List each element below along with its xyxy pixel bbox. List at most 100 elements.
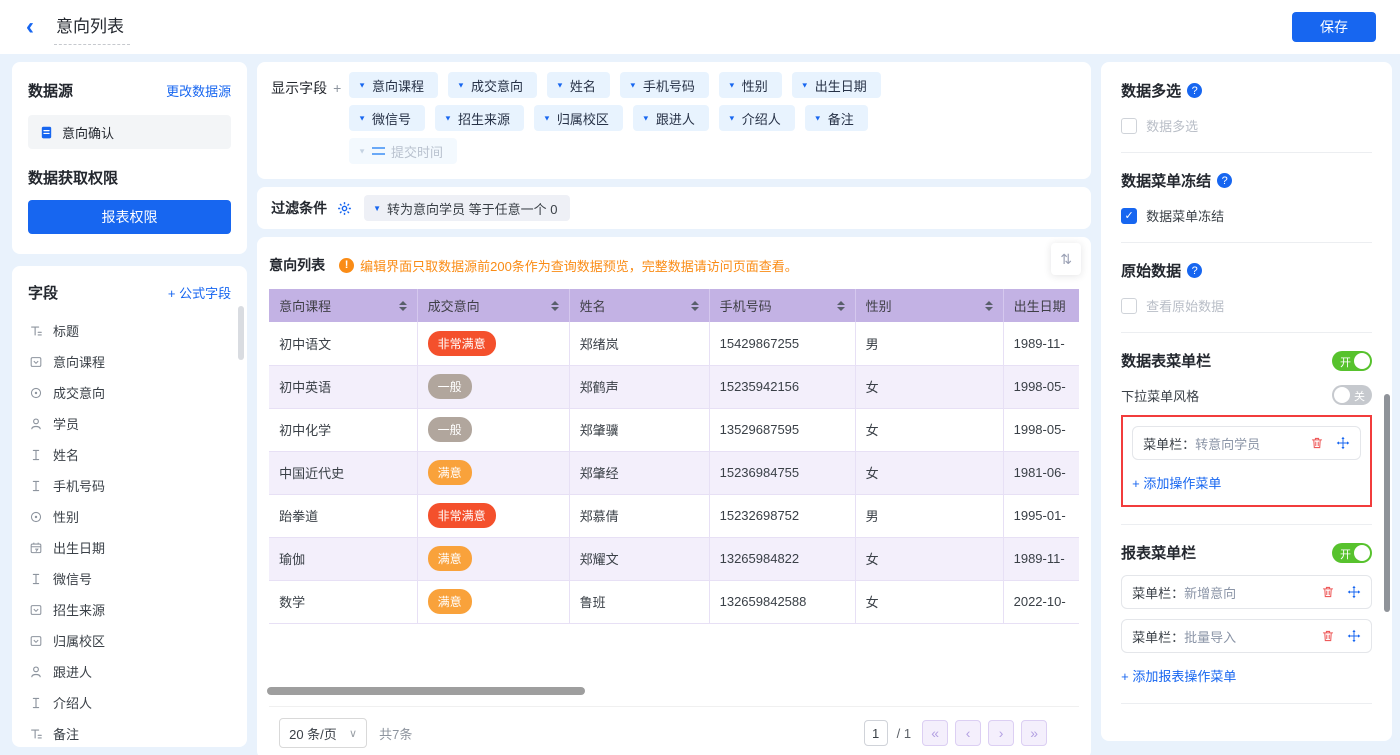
- table-cell: 女: [855, 451, 1003, 494]
- fields-scrollbar[interactable]: [238, 306, 244, 360]
- delete-icon[interactable]: [1321, 629, 1335, 643]
- page-title[interactable]: 意向列表: [54, 10, 130, 45]
- column-header[interactable]: 成交意向: [417, 289, 569, 322]
- display-field-chip[interactable]: ▼招生来源: [435, 105, 524, 131]
- sort-icon[interactable]: [691, 301, 699, 311]
- sort-icon[interactable]: [985, 301, 993, 311]
- field-item-label: 招生来源: [53, 600, 105, 619]
- field-item[interactable]: 出生日期: [28, 532, 231, 563]
- display-field-chip[interactable]: ▼微信号: [349, 105, 425, 131]
- column-header[interactable]: 意向课程: [269, 289, 417, 322]
- chevron-down-icon: ∨: [349, 727, 357, 740]
- display-field-chip[interactable]: ▼成交意向: [448, 72, 537, 98]
- field-item[interactable]: 学员: [28, 408, 231, 439]
- text-icon: [28, 696, 44, 710]
- filter-card: 过滤条件 ▼ 转为意向学员 等于任意一个 0: [257, 187, 1091, 229]
- cell-text: 郑鹤声: [580, 380, 619, 395]
- back-icon[interactable]: ‹: [26, 15, 34, 39]
- field-item[interactable]: 归属校区: [28, 625, 231, 656]
- column-header[interactable]: 出生日期: [1003, 289, 1079, 322]
- field-item[interactable]: 招生来源: [28, 594, 231, 625]
- display-field-chip-label: 出生日期: [815, 76, 867, 95]
- field-item[interactable]: 介绍人: [28, 687, 231, 718]
- page-size-select[interactable]: 20 条/页 ∨: [279, 718, 367, 748]
- checkbox-unchecked-icon[interactable]: [1121, 118, 1137, 134]
- field-item[interactable]: 跟进人: [28, 656, 231, 687]
- raw-data-checkbox-row[interactable]: 查看原始数据: [1121, 296, 1372, 315]
- field-item[interactable]: 意向课程: [28, 346, 231, 377]
- next-page-button[interactable]: ›: [988, 720, 1014, 746]
- table-row: 跆拳道非常满意郑慕倩15232698752男1995-01-: [269, 494, 1079, 537]
- display-fields-card: 显示字段+ ▼意向课程 ▼成交意向 ▼姓名 ▼手机号码 ▼性别 ▼出生日期 ▼微信号 ▼招生来…: [257, 62, 1091, 179]
- column-header[interactable]: 手机号码: [709, 289, 855, 322]
- field-item[interactable]: 成交意向: [28, 377, 231, 408]
- display-fields-label: 显示字段+: [271, 72, 349, 171]
- field-item[interactable]: 手机号码: [28, 470, 231, 501]
- display-field-chip[interactable]: ▼介绍人: [719, 105, 795, 131]
- main-layout: 数据源 更改数据源 意向确认 数据获取权限 报表权限 字段 + 公式字段 标题意…: [0, 54, 1400, 747]
- delete-icon[interactable]: [1310, 436, 1324, 450]
- table-cell: 郑肇经: [569, 451, 709, 494]
- sort-icon[interactable]: [399, 301, 407, 311]
- disabled-field-chip[interactable]: ▼提交时间: [349, 138, 457, 164]
- add-field-icon[interactable]: +: [333, 80, 341, 96]
- move-icon[interactable]: [1347, 629, 1361, 643]
- menu-bar-item[interactable]: 菜单栏：批量导入: [1121, 619, 1372, 653]
- display-field-chip[interactable]: ▼出生日期: [792, 72, 881, 98]
- display-field-chip[interactable]: ▼姓名: [547, 72, 610, 98]
- add-action-menu-link[interactable]: + 添加操作菜单: [1132, 473, 1221, 492]
- field-item[interactable]: 性别: [28, 501, 231, 532]
- column-header-label: 意向课程: [279, 296, 331, 315]
- move-icon[interactable]: [1336, 436, 1350, 450]
- delete-icon[interactable]: [1321, 585, 1335, 599]
- last-page-button[interactable]: »: [1021, 720, 1047, 746]
- first-page-button[interactable]: «: [922, 720, 948, 746]
- dropdown-style-toggle[interactable]: 关: [1332, 385, 1372, 405]
- settings-scrollbar[interactable]: [1384, 394, 1390, 612]
- gear-icon[interactable]: [337, 201, 352, 216]
- field-item[interactable]: 姓名: [28, 439, 231, 470]
- field-item[interactable]: 微信号: [28, 563, 231, 594]
- prev-page-button[interactable]: ‹: [955, 720, 981, 746]
- change-datasource-link[interactable]: 更改数据源: [166, 81, 231, 100]
- field-item[interactable]: 备注: [28, 718, 231, 747]
- filter-condition-chip[interactable]: ▼ 转为意向学员 等于任意一个 0: [364, 195, 569, 221]
- menu-bar-item[interactable]: 菜单栏：转意向学员: [1132, 426, 1361, 460]
- table-cell: 13529687595: [709, 408, 855, 451]
- current-page-input[interactable]: 1: [864, 720, 888, 746]
- display-field-chip[interactable]: ▼手机号码: [620, 72, 709, 98]
- formula-field-link[interactable]: + 公式字段: [168, 283, 231, 302]
- table-cell: 15232698752: [709, 494, 855, 537]
- menu-bar-item[interactable]: 菜单栏：新增意向: [1121, 575, 1372, 609]
- table-cell: 15236984755: [709, 451, 855, 494]
- help-icon[interactable]: ?: [1187, 83, 1202, 98]
- field-item-label: 性别: [53, 507, 79, 526]
- field-item[interactable]: 标题: [28, 315, 231, 346]
- multi-select-checkbox-row[interactable]: 数据多选: [1121, 116, 1372, 135]
- help-icon[interactable]: ?: [1217, 173, 1232, 188]
- report-menu-toggle[interactable]: 开: [1332, 543, 1372, 563]
- add-report-menu-link[interactable]: + 添加报表操作菜单: [1121, 666, 1236, 685]
- column-header[interactable]: 姓名: [569, 289, 709, 322]
- move-icon[interactable]: [1347, 585, 1361, 599]
- display-field-chip[interactable]: ▼意向课程: [349, 72, 438, 98]
- display-field-chip[interactable]: ▼性别: [719, 72, 782, 98]
- sort-toggle-button[interactable]: ⇅: [1051, 243, 1081, 275]
- table-menu-toggle[interactable]: 开: [1332, 351, 1372, 371]
- save-button[interactable]: 保存: [1292, 12, 1376, 42]
- horizontal-scrollbar[interactable]: [267, 687, 585, 695]
- datasource-item[interactable]: 意向确认: [28, 115, 231, 149]
- checkbox-checked-icon[interactable]: ✓: [1121, 208, 1137, 224]
- menu-freeze-checkbox-row[interactable]: ✓ 数据菜单冻结: [1121, 206, 1372, 225]
- report-permission-button[interactable]: 报表权限: [28, 200, 231, 234]
- checkbox-unchecked-icon[interactable]: [1121, 298, 1137, 314]
- display-field-chip[interactable]: ▼备注: [805, 105, 868, 131]
- display-field-chip[interactable]: ▼归属校区: [534, 105, 623, 131]
- help-icon[interactable]: ?: [1187, 263, 1202, 278]
- last-page-icon: »: [1030, 725, 1038, 741]
- sort-icon[interactable]: [551, 301, 559, 311]
- sort-icon[interactable]: [837, 301, 845, 311]
- display-field-chip[interactable]: ▼跟进人: [633, 105, 709, 131]
- column-header[interactable]: 性别: [855, 289, 1003, 322]
- data-table: 意向课程成交意向姓名手机号码性别出生日期 初中语文非常满意郑绪岚15429867…: [269, 289, 1079, 624]
